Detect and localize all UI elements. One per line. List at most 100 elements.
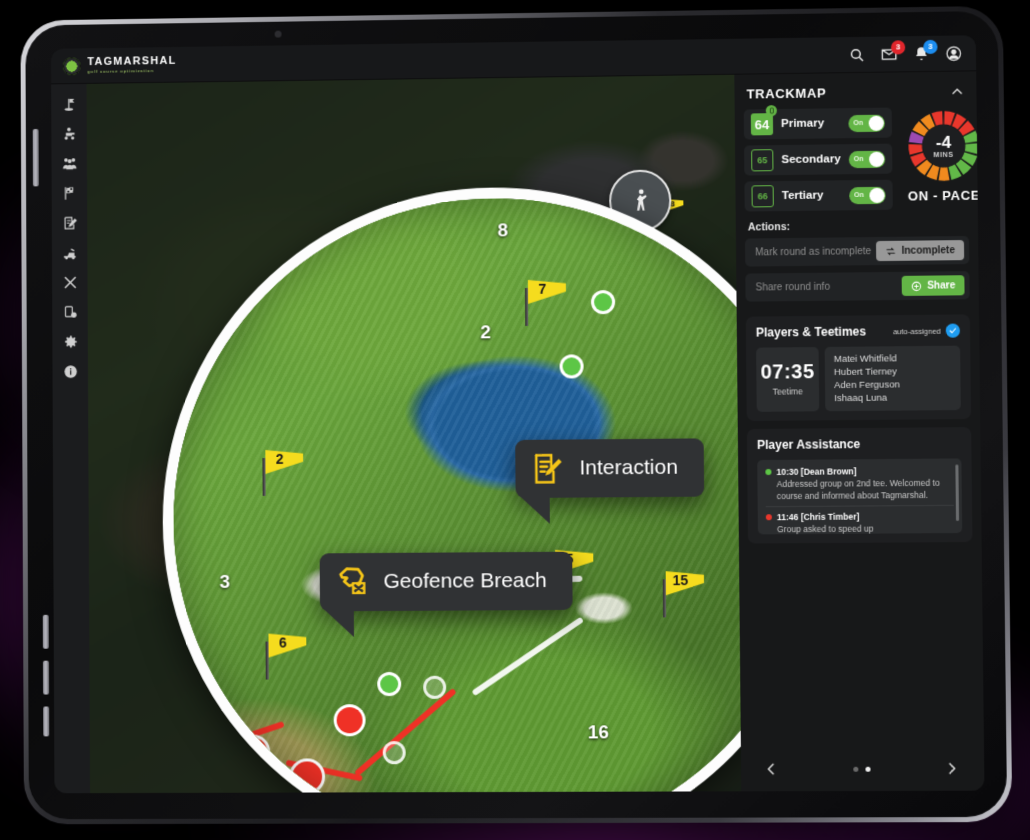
callout-tail xyxy=(519,495,550,525)
mail-icon[interactable]: 3 xyxy=(881,39,906,62)
plus-circle-icon xyxy=(911,280,922,291)
status-dot-red-icon xyxy=(765,514,772,521)
flag-number: 2 xyxy=(275,450,284,467)
group-toggle[interactable]: On xyxy=(848,186,886,204)
sidebar-item-cart-person-icon[interactable] xyxy=(62,127,77,142)
assistance-log-item[interactable]: 10:30 [Dean Brown] Addressed group on 2n… xyxy=(765,465,953,507)
chevron-right-icon[interactable] xyxy=(944,760,958,776)
sidebar-item-gear-icon[interactable] xyxy=(63,334,78,349)
track-dot-hollow[interactable] xyxy=(385,744,403,762)
sidebar-item-course-pin-icon[interactable] xyxy=(62,97,77,112)
sidebar-item-mower-icon[interactable] xyxy=(62,245,77,260)
screenshot-stage: TAGMARSHAL golf course optimization 3 3 … xyxy=(0,0,1030,840)
group-badge: 64 xyxy=(750,113,774,136)
device-camera xyxy=(274,30,282,38)
action-description: Share round info xyxy=(755,281,831,294)
assistance-log-time-user: 10:30 [Dean Brown] xyxy=(776,466,857,477)
track-dot[interactable] xyxy=(336,707,363,734)
card-header: Players & Teetimes auto-assigned xyxy=(755,323,961,340)
flag-number: 15 xyxy=(672,572,689,589)
card-title: Player Assistance xyxy=(756,437,861,453)
tablet-device: TAGMARSHAL golf course optimization 3 3 … xyxy=(20,5,1013,825)
sidebar-item-crossed-clubs-icon[interactable] xyxy=(62,275,77,290)
pace-segment xyxy=(964,143,979,155)
sidebar-item-groups-icon[interactable] xyxy=(62,156,77,171)
sidebar-nav xyxy=(51,83,91,794)
flag-pole xyxy=(262,457,266,496)
device-attached-icon xyxy=(765,105,777,117)
player-name: Ishaaq Luna xyxy=(834,392,888,405)
panel-title: TRACKMAP xyxy=(746,85,827,102)
assistance-log-scrollbar[interactable] xyxy=(955,464,960,521)
group-toggle[interactable]: On xyxy=(848,150,886,168)
auto-assigned-label: auto-assigned xyxy=(892,326,941,336)
tagmarshal-logo-icon xyxy=(62,56,81,75)
sidebar-item-notes-edit-icon[interactable] xyxy=(62,216,77,231)
group-toggle[interactable]: On xyxy=(848,114,885,132)
course-map[interactable]: 10 18 9 11 xyxy=(86,74,742,794)
bell-icon[interactable]: 3 xyxy=(913,39,938,61)
callout-tail xyxy=(323,609,355,638)
pagination-dot[interactable] xyxy=(852,766,858,772)
group-row-tertiary[interactable]: 66 Tertiary On xyxy=(744,179,893,212)
sidebar-item-info-icon[interactable] xyxy=(63,364,78,379)
share-round-button[interactable]: Share xyxy=(901,275,965,296)
device-bezel: TAGMARSHAL golf course optimization 3 3 … xyxy=(25,10,1008,820)
app-logo[interactable]: TAGMARSHAL golf course optimization xyxy=(62,55,177,75)
device-volume-down-button[interactable] xyxy=(42,660,50,695)
action-description: Mark round as incomplete xyxy=(755,245,872,258)
mark-incomplete-button[interactable]: Incomplete xyxy=(876,240,965,262)
track-dot-green[interactable] xyxy=(593,293,613,312)
track-dot[interactable] xyxy=(292,761,323,792)
toggle-state-label: On xyxy=(853,155,864,163)
device-side-button[interactable] xyxy=(43,706,50,737)
flag-pole xyxy=(662,579,667,618)
teetime-value: 07:35 xyxy=(760,361,815,384)
sidebar-item-device-icon[interactable] xyxy=(63,305,78,320)
sidebar-item-checkered-flag-icon[interactable] xyxy=(62,186,77,201)
assistance-log-list[interactable]: 10:30 [Dean Brown] Addressed group on 2n… xyxy=(757,458,963,535)
callout-interaction[interactable]: Interaction xyxy=(515,438,705,525)
group-row-primary[interactable]: 64 Primary On xyxy=(743,105,892,140)
track-dot-green[interactable] xyxy=(562,357,581,376)
group-badge: 65 xyxy=(751,149,774,172)
logo-tagline: golf course optimization xyxy=(87,67,155,74)
search-icon[interactable] xyxy=(849,46,865,62)
account-avatar-icon[interactable] xyxy=(946,45,962,61)
assistance-log-header: 11:46 [Chris Timber] xyxy=(765,511,954,522)
pace-status-label: ON - PACE xyxy=(907,187,981,204)
device-power-button[interactable] xyxy=(32,129,39,187)
pace-segment xyxy=(908,143,923,155)
map-hole-label: 8 xyxy=(497,220,509,242)
track-dot[interactable] xyxy=(239,737,268,766)
actions-label: Actions: xyxy=(747,220,791,234)
device-volume-up-button[interactable] xyxy=(42,614,49,649)
track-dot-hollow[interactable] xyxy=(426,678,444,696)
teetime-row: 07:35 Teetime Matei Whitfield Hubert Tie… xyxy=(756,345,961,412)
pagination-dot-active[interactable] xyxy=(864,766,871,772)
right-panel: TRACKMAP 64 Primary On 65 Secondary On 6… xyxy=(734,71,985,792)
track-dot-green[interactable] xyxy=(380,674,399,694)
toggle-knob xyxy=(868,151,885,167)
pace-segment xyxy=(938,167,950,181)
teetime-box[interactable]: 07:35 Teetime xyxy=(756,347,820,412)
player-assistance-card: Player Assistance 10:30 [Dean Brown] Add… xyxy=(746,427,973,544)
panel-pagination xyxy=(750,746,975,791)
chevron-left-icon[interactable] xyxy=(764,761,778,777)
pagination-dots xyxy=(852,766,871,772)
map-hole-label: 2 xyxy=(480,322,492,344)
assistance-log-item[interactable]: 11:46 [Chris Timber] Group asked to spee… xyxy=(765,504,955,535)
chevron-up-icon[interactable] xyxy=(950,84,964,98)
assistance-log-text: Group asked to speed up xyxy=(777,523,874,535)
group-row-secondary[interactable]: 65 Secondary On xyxy=(744,143,893,176)
card-title: Players & Teetimes xyxy=(755,324,867,340)
callout-label: Interaction xyxy=(579,455,678,480)
flag-pole xyxy=(524,287,529,326)
action-row-share: Share round info Share xyxy=(745,271,970,302)
players-list[interactable]: Matei Whitfield Hubert Tierney Aden Ferg… xyxy=(824,345,961,412)
button-label: Incomplete xyxy=(901,244,956,257)
swap-icon xyxy=(885,245,896,256)
callout-geofence-breach[interactable]: Geofence Breach xyxy=(319,551,574,638)
auto-assigned-indicator[interactable]: auto-assigned xyxy=(892,323,961,339)
action-row-incomplete: Mark round as incomplete Incomplete xyxy=(744,235,970,267)
